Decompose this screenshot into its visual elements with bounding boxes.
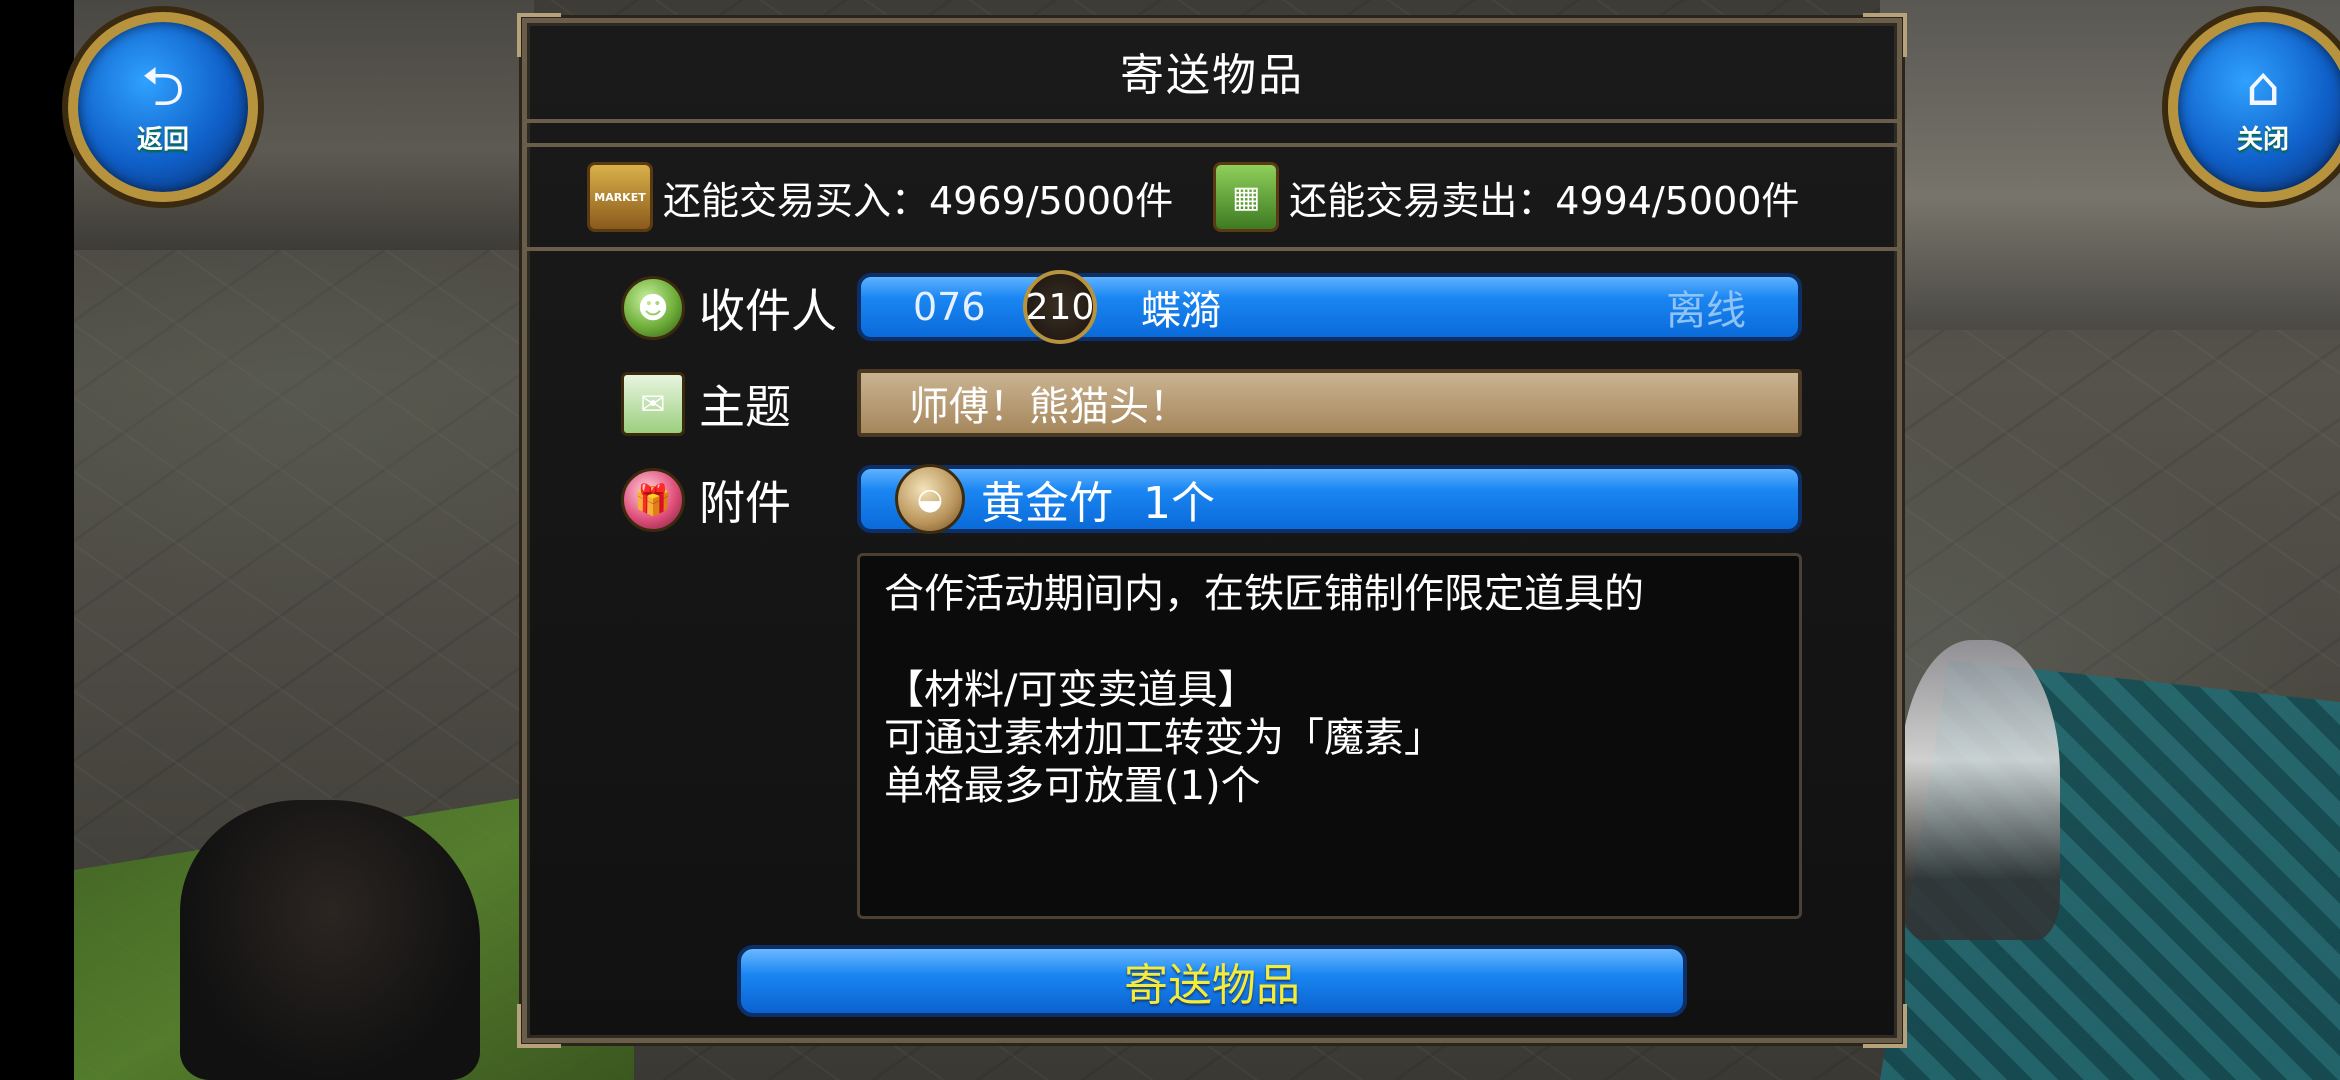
description-line: 合作活动期间内，在铁匠铺制作限定道具的 — [884, 571, 1644, 617]
character-left — [180, 800, 480, 1080]
attachment-field[interactable]: ◒ 黄金竹 1个 — [857, 464, 1802, 534]
attachment-item-name: 黄金竹 — [981, 478, 1113, 529]
return-arrow-icon: ⮌ — [141, 54, 185, 118]
attachment-label: 🎁 附件 — [621, 467, 791, 533]
market-icon: MARKET — [587, 162, 653, 232]
send-item-button[interactable]: 寄送物品 — [737, 945, 1687, 1017]
envelope-icon: ✉ — [621, 372, 685, 436]
corner-ornament — [1863, 1004, 1907, 1048]
description-line: 单格最多可放置(1)个 — [884, 763, 1261, 809]
send-item-dialog: 寄送物品 MARKET 还能交易买入：4969/5000件 ▦ 还能交易卖出：4… — [517, 13, 1907, 1048]
recipient-status: 离线 — [1666, 288, 1746, 334]
trade-quota-bar: MARKET 还能交易买入：4969/5000件 ▦ 还能交易卖出：4994/5… — [527, 143, 1897, 251]
character-right — [1900, 640, 2060, 940]
item-description-box[interactable]: 合作活动期间内，在铁匠铺制作限定道具的 【材料/可变卖道具】 可通过素材加工转变… — [857, 553, 1802, 919]
sack-icon: ◒ — [895, 464, 965, 534]
home-icon: ⌂ — [2245, 54, 2281, 118]
recipient-label-text: 收件人 — [699, 284, 837, 338]
send-item-button-label: 寄送物品 — [1124, 960, 1300, 1011]
sell-quota: ▦ 还能交易卖出：4994/5000件 — [1213, 162, 1799, 232]
subject-label-text: 主题 — [699, 380, 791, 434]
subject-label: ✉ 主题 — [621, 371, 791, 437]
buy-quota: MARKET 还能交易买入：4969/5000件 — [587, 162, 1173, 232]
shop-stall-icon: ▦ — [1213, 162, 1280, 232]
attachment-label-text: 附件 — [699, 476, 791, 530]
back-button[interactable]: ⮌ 返回 — [68, 12, 258, 202]
attachment-quantity: 1个 — [1143, 478, 1215, 529]
recipient-name: 蝶漪 — [1141, 288, 1221, 334]
dialog-title: 寄送物品 — [1120, 50, 1304, 101]
corner-ornament — [517, 1004, 561, 1048]
back-button-label: 返回 — [136, 124, 189, 155]
recipient-level-badge: 210 — [1023, 270, 1097, 344]
screen-edge-bar — [0, 0, 74, 1080]
recipient-field[interactable]: 076 210 蝶漪 离线 — [857, 270, 1802, 344]
recipient-id: 076 — [913, 285, 986, 329]
description-line: 可通过素材加工转变为「魔素」 — [884, 715, 1444, 761]
recipient-label: ☻ 收件人 — [621, 275, 837, 341]
close-button-label: 关闭 — [2236, 124, 2289, 155]
people-icon: ☻ — [621, 276, 685, 340]
dialog-title-bar: 寄送物品 — [527, 23, 1897, 123]
buy-quota-text: 还能交易买入：4969/5000件 — [663, 178, 1174, 223]
description-line: 【材料/可变卖道具】 — [884, 667, 1258, 713]
subject-value: 师傅！熊猫头！ — [909, 384, 1189, 430]
sell-quota-text: 还能交易卖出：4994/5000件 — [1289, 178, 1800, 223]
subject-input[interactable]: 师傅！熊猫头！ — [857, 369, 1802, 437]
gift-icon: 🎁 — [621, 468, 685, 532]
